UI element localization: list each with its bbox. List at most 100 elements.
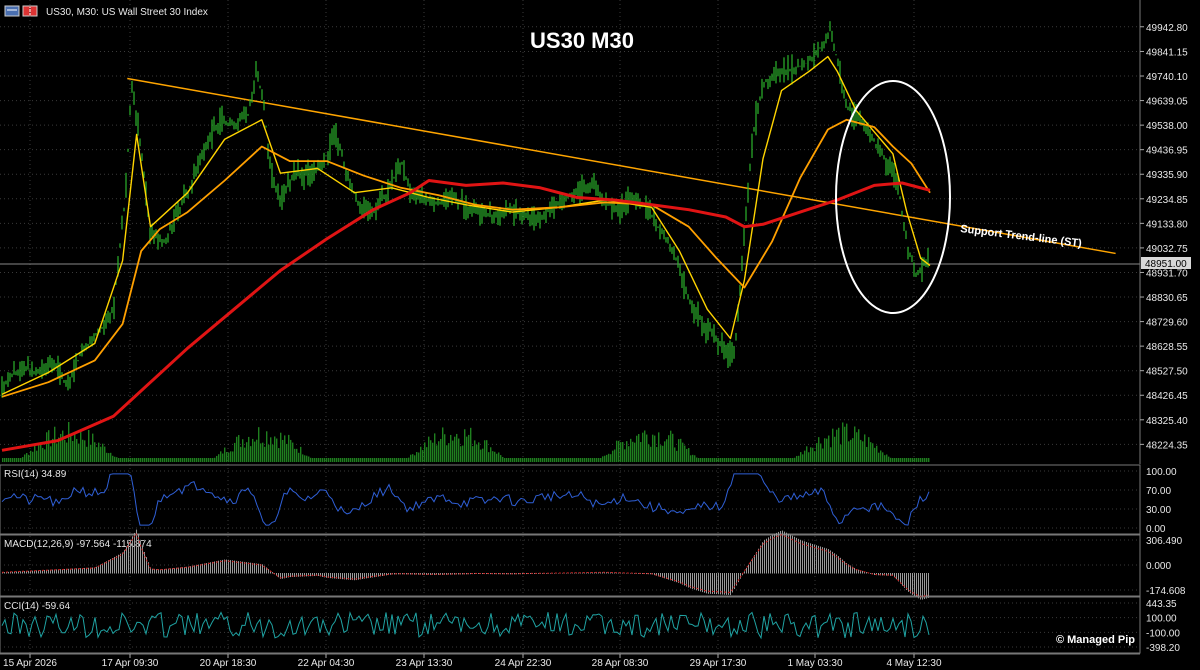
- macd-bar: [130, 539, 131, 574]
- volume-bar: [540, 458, 542, 462]
- macd-bar: [786, 532, 787, 574]
- volume-bar: [406, 458, 408, 462]
- volume-bar: [506, 458, 508, 462]
- current-price-tag: 48951.00: [1141, 257, 1191, 270]
- macd-bar: [196, 564, 197, 574]
- volume-bar: [692, 454, 694, 462]
- macd-bar: [378, 573, 379, 577]
- macd-bar: [80, 568, 81, 574]
- volume-bar: [850, 439, 852, 462]
- volume-bar: [388, 458, 390, 462]
- volume-bar: [660, 445, 662, 462]
- macd-bar: [410, 573, 411, 575]
- volume-bar: [808, 452, 810, 462]
- volume-bar: [222, 453, 224, 462]
- volume-bar: [838, 427, 840, 462]
- volume-bar: [642, 432, 644, 462]
- macd-bar: [56, 569, 57, 574]
- volume-bar: [340, 458, 342, 462]
- volume-bar: [218, 454, 220, 462]
- volume-bar: [106, 452, 108, 462]
- volume-bar: [350, 458, 352, 462]
- volume-bar: [276, 438, 278, 462]
- macd-bar: [796, 537, 797, 574]
- price-tick-label: 49133.80: [1146, 219, 1188, 230]
- volume-bar: [758, 458, 760, 462]
- macd-bar: [76, 568, 77, 574]
- macd-bar: [226, 559, 227, 574]
- volume-bar: [252, 438, 254, 462]
- volume-bar: [326, 458, 328, 462]
- volume-bar: [182, 458, 184, 462]
- macd-bar: [254, 563, 255, 574]
- macd-bar: [668, 573, 669, 580]
- price-tick-label: 48527.50: [1146, 367, 1188, 378]
- macd-bar: [238, 561, 239, 574]
- macd-bar: [322, 573, 323, 577]
- macd-bar: [294, 573, 295, 577]
- macd-bar: [326, 573, 327, 578]
- price-tick-label: 49538.00: [1146, 121, 1188, 132]
- time-tick-label: 1 May 03:30: [787, 658, 842, 669]
- volume-bar: [146, 458, 148, 462]
- volume-bar: [448, 443, 450, 462]
- volume-bar: [166, 458, 168, 462]
- volume-bar: [550, 458, 552, 462]
- volume-bar: [112, 455, 114, 462]
- volume-bar: [846, 423, 848, 462]
- volume-bar: [856, 432, 858, 462]
- volume-bar: [742, 458, 744, 462]
- macd-bar: [820, 546, 821, 574]
- volume-bar: [170, 458, 172, 462]
- volume-bar: [712, 458, 714, 462]
- macd-bar: [762, 542, 763, 574]
- macd-bar: [676, 573, 677, 583]
- volume-bar: [912, 458, 914, 462]
- volume-bar: [442, 427, 444, 462]
- volume-bar: [828, 435, 830, 462]
- volume-bar: [918, 458, 920, 462]
- volume-bar: [874, 447, 876, 462]
- volume-bar: [898, 458, 900, 462]
- volume-bar: [760, 458, 762, 462]
- macd-bar: [684, 573, 685, 586]
- macd-bar: [866, 572, 867, 574]
- macd-label: MACD(12,26,9) -97.564 -115.874: [4, 539, 152, 550]
- volume-bar: [830, 447, 832, 462]
- macd-bar: [278, 573, 279, 578]
- volume-bar: [400, 458, 402, 462]
- macd-bar: [874, 573, 875, 576]
- macd-bar: [700, 573, 701, 592]
- rsi-tick-label: 100.00: [1146, 467, 1177, 478]
- volume-bar: [378, 458, 380, 462]
- volume-bar: [40, 444, 42, 462]
- macd-bar: [814, 544, 815, 574]
- macd-bar: [696, 573, 697, 591]
- volume-bar: [162, 458, 164, 462]
- volume-bar: [636, 435, 638, 462]
- volume-bar: [724, 458, 726, 462]
- macd-bar: [262, 564, 263, 574]
- macd-bar: [402, 573, 403, 575]
- macd-bar: [766, 538, 767, 574]
- macd-bar: [722, 573, 723, 595]
- macd-bar: [896, 573, 897, 580]
- time-tick-label: 24 Apr 22:30: [495, 658, 552, 669]
- volume-bar: [626, 441, 628, 462]
- volume-bar: [560, 458, 562, 462]
- macd-bar: [710, 573, 711, 594]
- macd-bar: [804, 541, 805, 574]
- volume-bar: [750, 458, 752, 462]
- volume-bar: [160, 458, 162, 462]
- volume-bar: [74, 433, 76, 462]
- macd-bar: [358, 573, 359, 580]
- macd-bar: [228, 559, 229, 574]
- volume-bar: [104, 446, 106, 462]
- trade-panel-icon[interactable]: [22, 5, 38, 17]
- chart-window-icon[interactable]: [4, 5, 20, 17]
- macd-bar: [434, 573, 435, 575]
- macd-bar: [818, 545, 819, 574]
- volume-bar: [452, 440, 454, 462]
- volume-bar: [154, 458, 156, 462]
- macd-bar: [450, 573, 451, 575]
